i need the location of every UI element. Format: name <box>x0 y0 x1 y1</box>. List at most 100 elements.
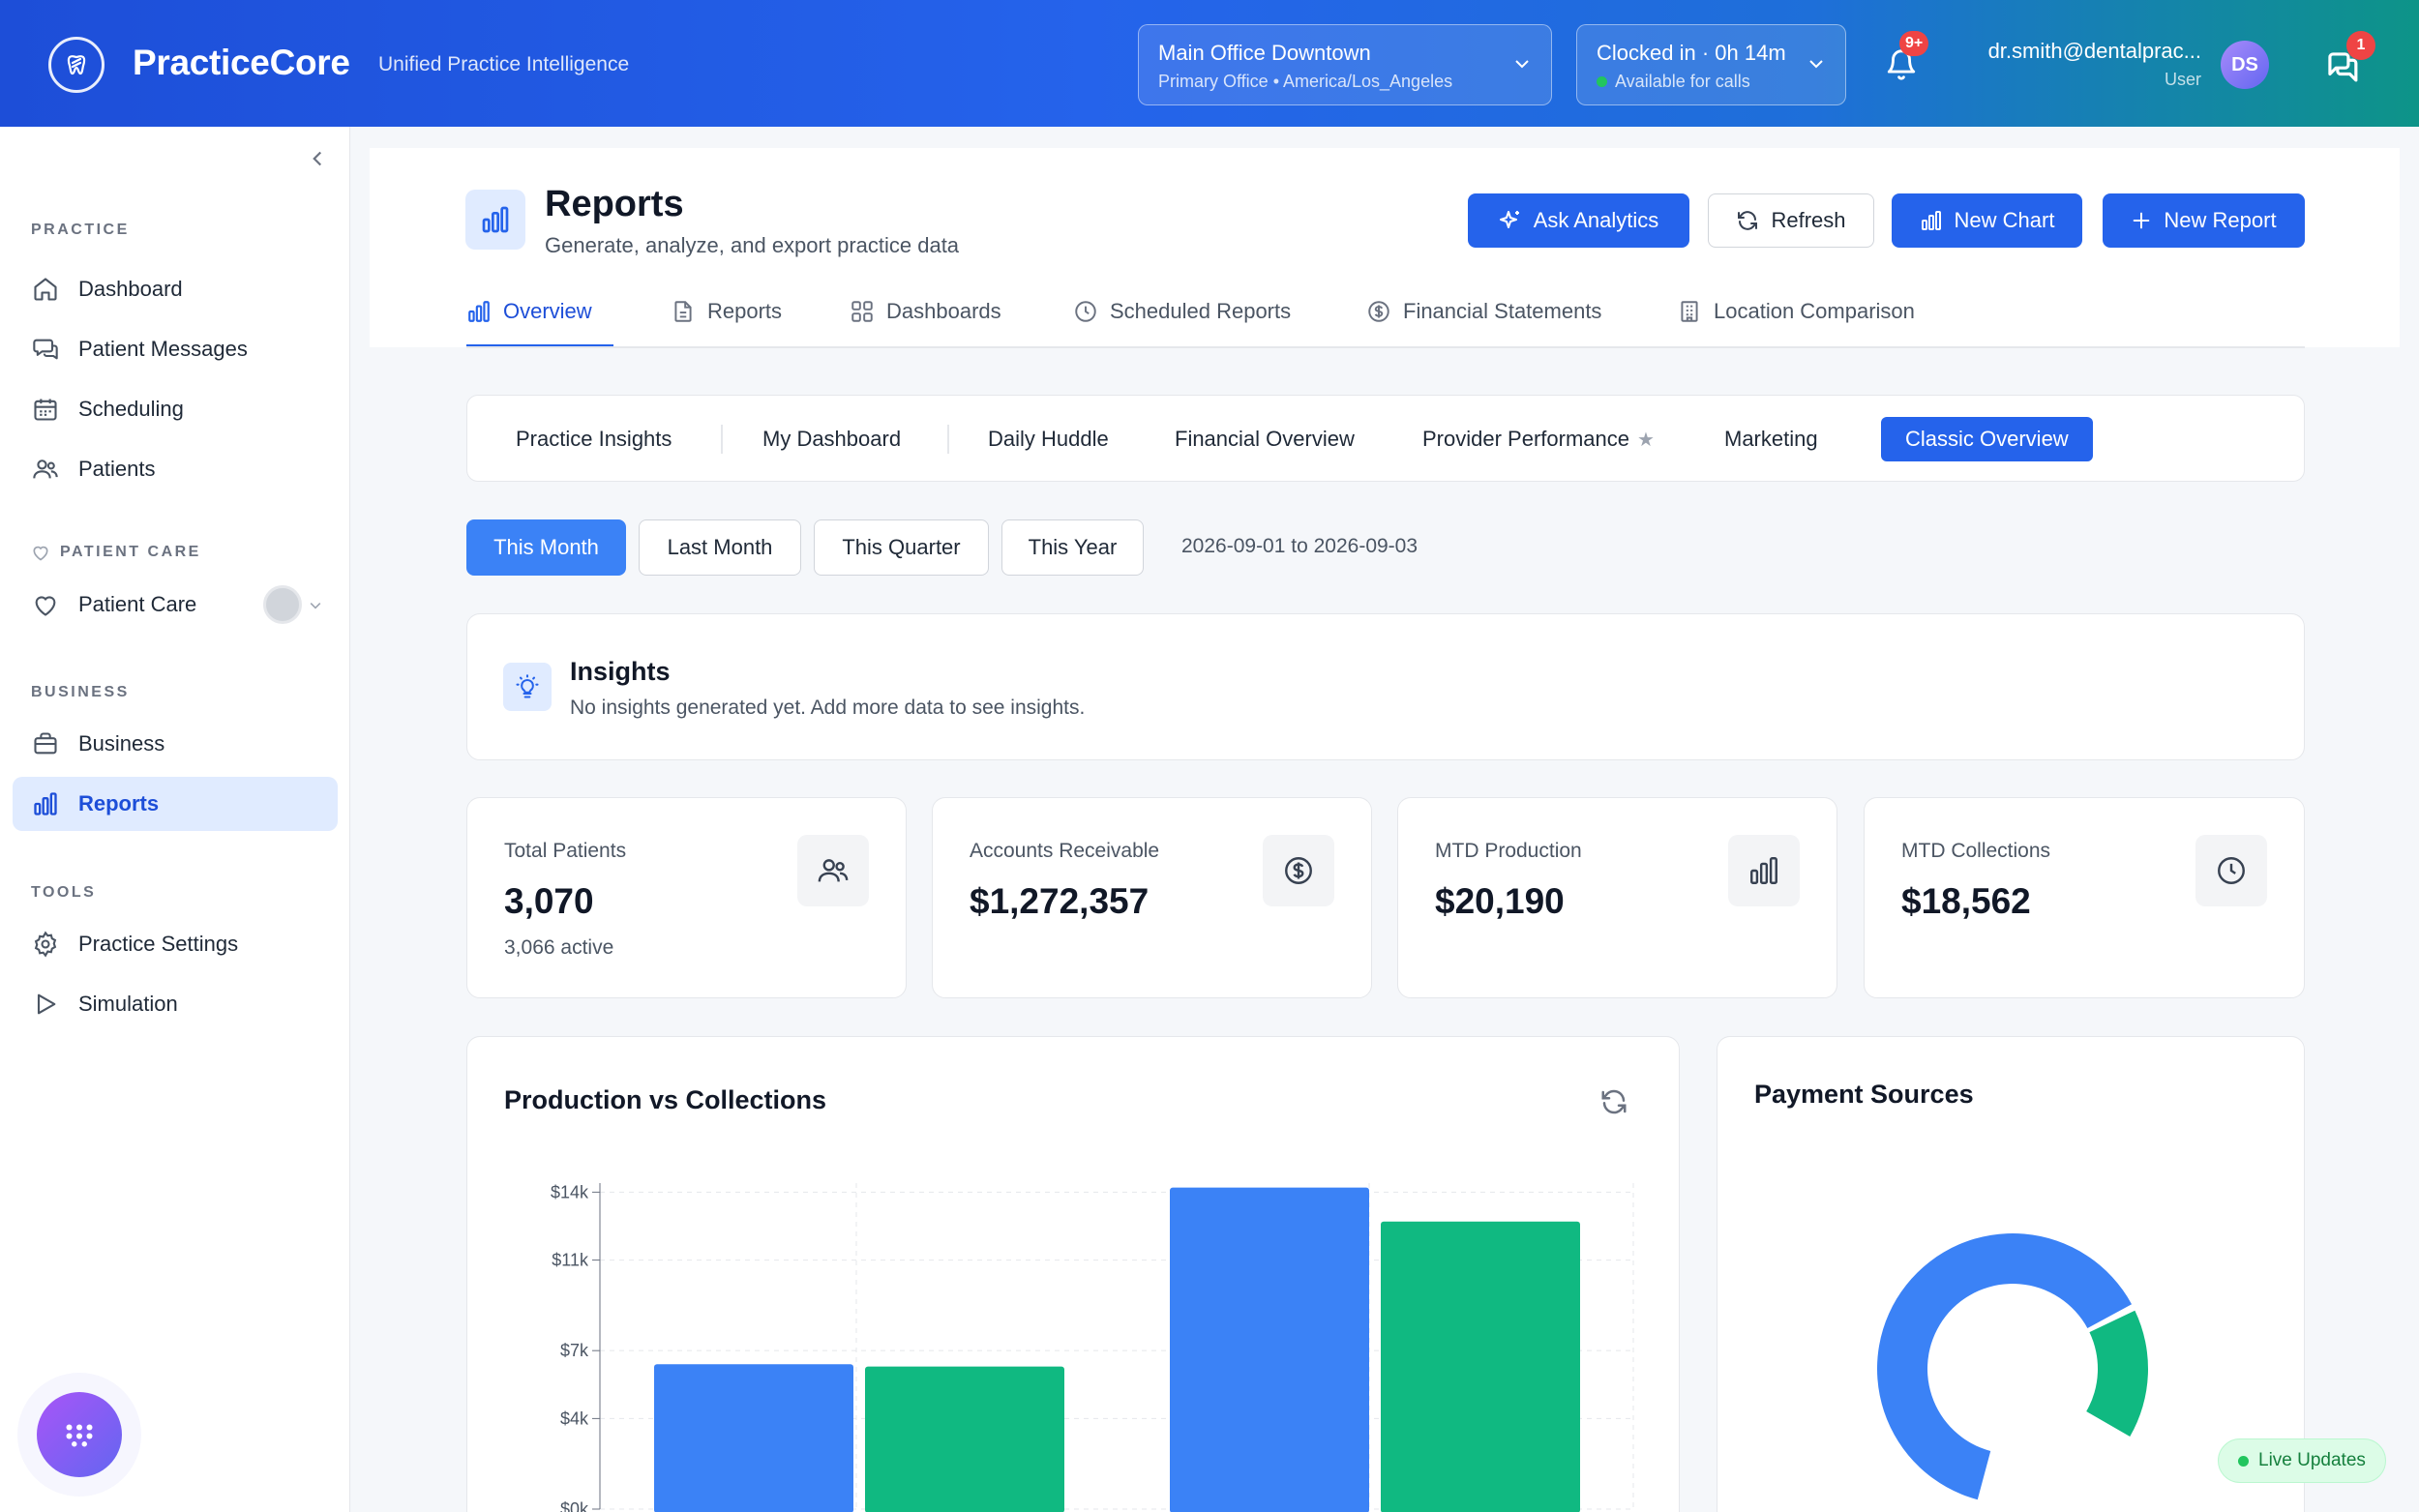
subtab-provider-performance[interactable]: Provider Performance ★ <box>1422 417 1655 461</box>
sidebar-item-dashboard[interactable]: Dashboard <box>13 262 338 316</box>
users-icon <box>33 460 58 479</box>
y-tick-label: $7k <box>560 1341 589 1360</box>
kpi-label: Accounts Receivable <box>970 840 1160 862</box>
tab-location-comparison[interactable]: Location Comparison <box>1677 285 1915 347</box>
bar-chart-icon <box>468 301 490 322</box>
logo-icon[interactable] <box>48 37 105 93</box>
refresh-icon[interactable] <box>1599 1087 1628 1116</box>
sidebar-item-scheduling[interactable]: Scheduling <box>13 382 338 436</box>
sidebar-item-business[interactable]: Business <box>13 717 338 771</box>
chevron-down-icon <box>1515 60 1529 69</box>
sidebar-item-label: Business <box>78 731 165 756</box>
tab-reports[interactable]: Reports <box>671 285 782 347</box>
tab-label: Location Comparison <box>1714 299 1915 323</box>
tab-overview[interactable]: Overview <box>466 285 613 347</box>
subtab-divider <box>947 425 949 454</box>
chevron-down-icon[interactable] <box>308 598 323 613</box>
clock-icon <box>2195 835 2267 906</box>
sparkles-icon <box>1499 211 1519 228</box>
clock-status-selector[interactable]: Clocked in · 0h 14m Available for calls <box>1576 24 1846 105</box>
patient-care-toggle[interactable] <box>263 585 302 624</box>
y-tick-label: $14k <box>551 1182 589 1201</box>
period-last-month-button[interactable]: Last Month <box>639 519 801 576</box>
button-label: New Chart <box>1954 208 2055 232</box>
calendar-icon <box>34 399 57 421</box>
kpi-card-mtd-collections: MTD Collections $18,562 <box>1864 797 2305 998</box>
tab-financial-statements[interactable]: Financial Statements <box>1366 285 1601 347</box>
ask-analytics-button[interactable]: Ask Analytics <box>1468 193 1689 248</box>
kpi-label: MTD Production <box>1435 840 1582 862</box>
sidebar-item-practice-settings[interactable]: Practice Settings <box>13 917 338 971</box>
period-this-year-button[interactable]: This Year <box>1001 519 1144 576</box>
dollar-icon <box>1368 301 1389 322</box>
dollar-icon <box>1263 835 1334 906</box>
page-subtitle: Generate, analyze, and export practice d… <box>545 233 960 257</box>
section-label: PATIENT CARE <box>60 544 201 560</box>
gear-icon <box>34 931 57 958</box>
chevron-down-icon <box>1809 60 1823 69</box>
section-patient-care: PATIENT CARE <box>31 543 201 562</box>
sidebar-item-label: Reports <box>78 791 160 815</box>
button-label: New Report <box>2164 208 2277 232</box>
home-icon <box>34 278 57 301</box>
tab-dashboards[interactable]: Dashboards <box>850 285 1001 347</box>
donut-slice[interactable] <box>1877 1233 2133 1500</box>
subtab-financial-overview[interactable]: Financial Overview <box>1175 417 1355 461</box>
payment-sources-donut <box>1877 1233 2148 1500</box>
tab-label: Scheduled Reports <box>1110 299 1292 323</box>
button-label: Ask Analytics <box>1533 208 1659 232</box>
tab-scheduled-reports[interactable]: Scheduled Reports <box>1073 285 1291 347</box>
section-tools: TOOLS <box>31 884 97 901</box>
building-icon <box>1681 301 1698 322</box>
sidebar-item-patient-messages[interactable]: Patient Messages <box>13 322 338 376</box>
donut-slice[interactable] <box>2086 1310 2148 1437</box>
chart-title: Production vs Collections <box>504 1085 827 1114</box>
kpi-label: Total Patients <box>504 840 627 862</box>
live-updates-badge: Live Updates <box>2218 1438 2386 1483</box>
sidebar-item-label: Patient Care <box>78 592 197 616</box>
sidebar-item-simulation[interactable]: Simulation <box>13 977 338 1031</box>
avatar[interactable]: DS <box>2221 41 2269 89</box>
reports-icon <box>465 190 525 250</box>
user-email[interactable]: dr.smith@dentalprac... <box>1988 39 2201 64</box>
subtab-practice-insights[interactable]: Practice Insights <box>516 417 672 461</box>
tab-label: Overview <box>503 299 592 323</box>
bar <box>654 1364 853 1512</box>
kpi-card-mtd-production: MTD Production $20,190 <box>1397 797 1837 998</box>
availability-text: Available for calls <box>1615 72 1750 91</box>
available-dot <box>1597 76 1607 87</box>
kpi-value: $20,190 <box>1435 881 1565 921</box>
bar <box>1170 1187 1369 1512</box>
period-this-month-button[interactable]: This Month <box>466 519 626 576</box>
brand-tagline: Unified Practice Intelligence <box>378 53 630 75</box>
user-role: User <box>2164 70 2201 89</box>
date-range: 2026-09-01 to 2026-09-03 <box>1181 535 1419 557</box>
sidebar-item-reports[interactable]: Reports <box>13 777 338 831</box>
subtab-divider <box>721 425 723 454</box>
top-bar: PracticeCore Unified Practice Intelligen… <box>0 0 2419 127</box>
period-this-quarter-button[interactable]: This Quarter <box>814 519 989 576</box>
bar <box>865 1366 1064 1512</box>
subtab-my-dashboard[interactable]: My Dashboard <box>762 417 901 461</box>
tabs-divider <box>466 346 2305 348</box>
location-selector[interactable]: Main Office Downtown Primary Office • Am… <box>1138 24 1552 105</box>
collapse-sidebar-icon[interactable] <box>305 146 330 171</box>
live-updates-label: Live Updates <box>2258 1450 2366 1470</box>
new-chart-button[interactable]: New Chart <box>1892 193 2082 248</box>
new-report-button[interactable]: New Report <box>2103 193 2305 248</box>
subtab-classic-overview[interactable]: Classic Overview <box>1881 417 2093 461</box>
brand-name[interactable]: PracticeCore <box>133 43 350 83</box>
subtab-daily-huddle[interactable]: Daily Huddle <box>988 417 1109 461</box>
refresh-button[interactable]: Refresh <box>1708 193 1874 248</box>
notifications-badge: 9+ <box>1899 31 1929 56</box>
kpi-card-total-patients: Total Patients 3,070 3,066 active <box>466 797 907 998</box>
location-detail: Primary Office • America/Los_Angeles <box>1158 72 1453 91</box>
apps-launcher-button[interactable] <box>37 1392 122 1477</box>
sidebar-item-label: Scheduling <box>78 397 184 421</box>
star-icon: ★ <box>1636 429 1655 451</box>
sidebar-item-patients[interactable]: Patients <box>13 442 338 496</box>
subtab-marketing[interactable]: Marketing <box>1724 417 1818 461</box>
clock-icon <box>1075 301 1096 322</box>
tab-label: Dashboards <box>886 299 1001 323</box>
y-tick-label: $4k <box>560 1408 589 1428</box>
